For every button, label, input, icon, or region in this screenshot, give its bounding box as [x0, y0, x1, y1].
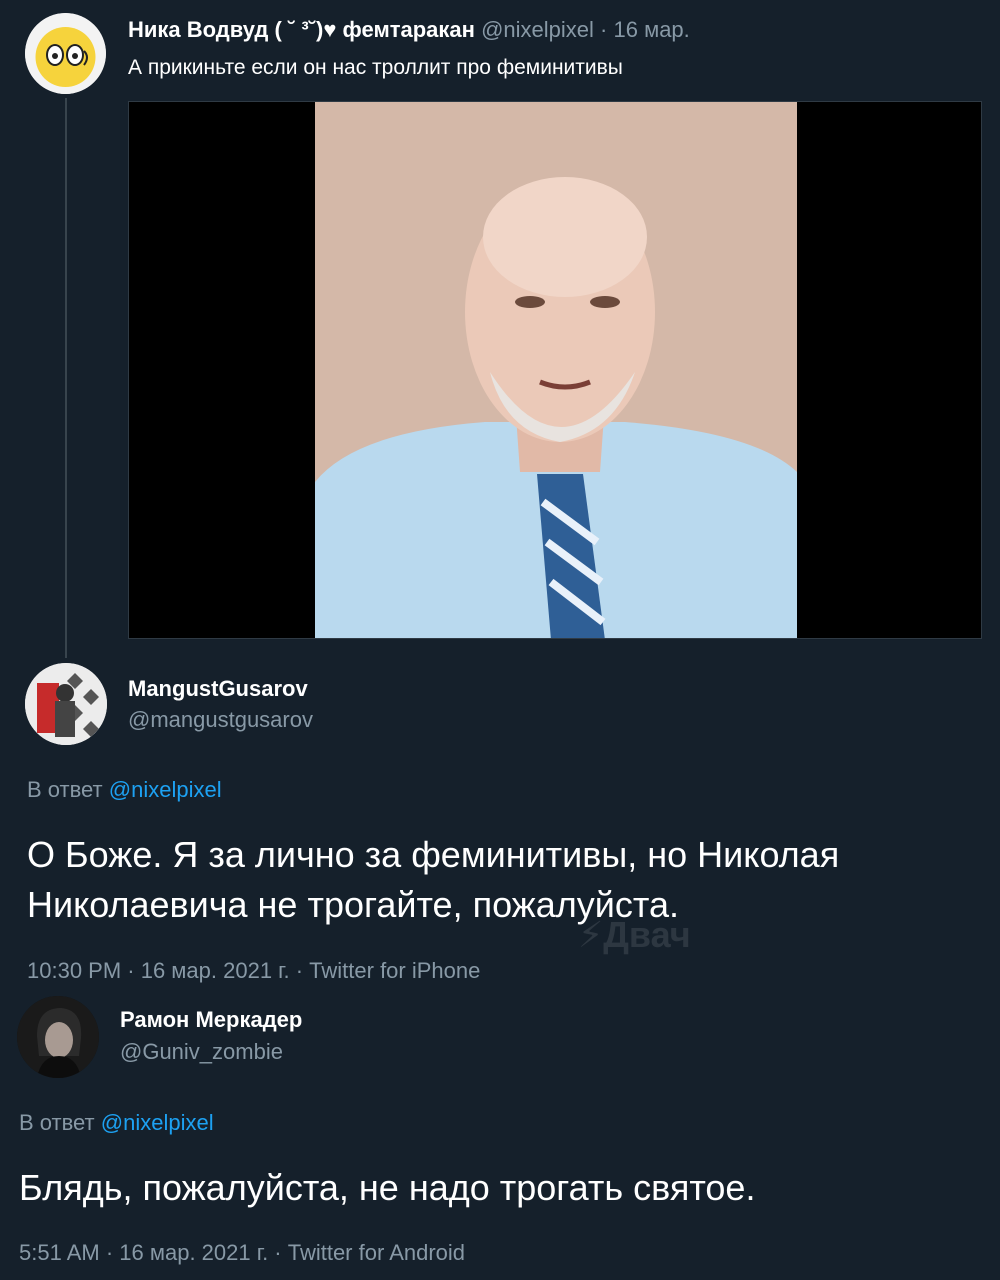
tweet-text: Блядь, пожалуйста, не надо трогать свято…: [19, 1167, 756, 1208]
video-frame: [315, 102, 797, 638]
user-handle[interactable]: @mangustgusarov: [128, 706, 313, 734]
video-player[interactable]: [128, 101, 982, 639]
tweet-text-line: О Боже. Я за лично за феминитивы, но Ник…: [27, 834, 840, 875]
tweet-text: О Боже. Я за лично за феминитивы, но Ник…: [27, 830, 839, 930]
thread-connector-line: [65, 98, 67, 658]
avatar[interactable]: [17, 996, 99, 1078]
reply-mention-link[interactable]: @nixelpixel: [109, 777, 222, 802]
avatar[interactable]: [25, 663, 107, 745]
reply-prefix: В ответ: [19, 1110, 95, 1135]
tweet-text: А прикиньте если он нас троллит про феми…: [128, 56, 623, 79]
display-name[interactable]: Ника Водвуд ( ˘ ³˘)♥ фемтаракан: [128, 17, 475, 42]
avatar[interactable]: [25, 13, 106, 94]
watermark: ⚡Двач: [578, 914, 691, 956]
user-photo-avatar-icon: [17, 996, 99, 1078]
display-name[interactable]: MangustGusarov: [128, 675, 308, 703]
reply-prefix: В ответ: [27, 777, 103, 802]
user-handle[interactable]: @Guniv_zombie: [120, 1038, 283, 1066]
tweet-text-line: Николаевича не трогайте, пожалуйста.: [27, 884, 680, 925]
user-handle[interactable]: @nixelpixel: [481, 17, 594, 42]
cartoon-face-avatar-icon: [25, 13, 106, 94]
tweet-meta[interactable]: 5:51 AM · 16 мар. 2021 г. · Twitter for …: [19, 1239, 465, 1267]
tweet-header: Ника Водвуд ( ˘ ³˘)♥ фемтаракан @nixelpi…: [128, 16, 690, 44]
person-video-thumbnail-icon: [315, 102, 797, 638]
reply-to-line: В ответ @nixelpixel: [19, 1109, 214, 1137]
user-photo-avatar-icon: [25, 663, 107, 745]
tweet-meta[interactable]: 10:30 PM · 16 мар. 2021 г. · Twitter for…: [27, 957, 480, 985]
separator-dot: ·: [600, 17, 608, 42]
tweet-date[interactable]: 16 мар.: [613, 17, 689, 42]
reply-mention-link[interactable]: @nixelpixel: [101, 1110, 214, 1135]
display-name[interactable]: Рамон Меркадер: [120, 1006, 302, 1034]
lightning-bolt-icon: ⚡: [578, 914, 604, 955]
reply-to-line: В ответ @nixelpixel: [27, 776, 222, 804]
watermark-text: Двач: [603, 914, 691, 955]
